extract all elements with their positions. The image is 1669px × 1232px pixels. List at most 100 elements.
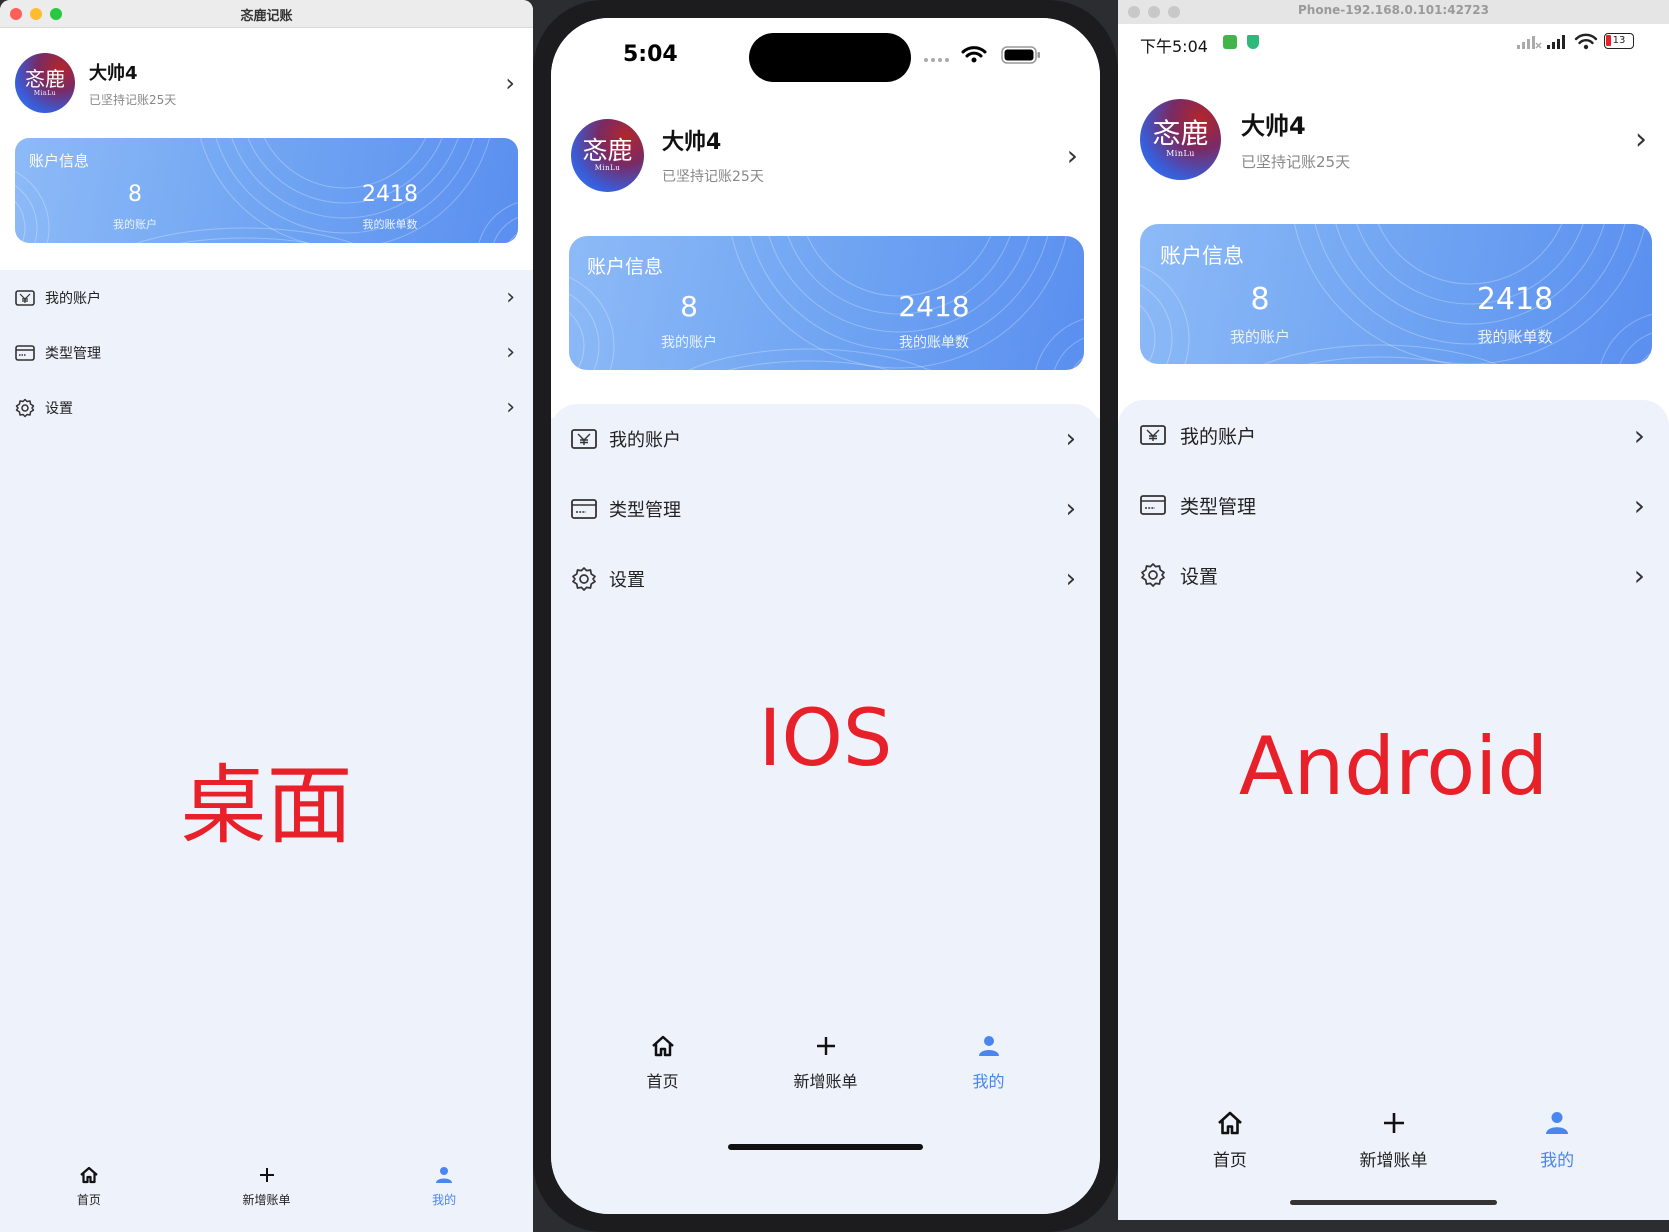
battery-icon: 13	[1604, 33, 1634, 49]
menu-item-settings[interactable]: 设置 ›	[551, 544, 1100, 614]
wifi-icon	[1574, 33, 1598, 50]
accounts-count: 8	[680, 290, 698, 323]
tab-label: 我的	[432, 1193, 457, 1207]
plus-icon	[259, 1168, 274, 1182]
user-name: 大帅4	[1241, 112, 1306, 140]
chevron-right-icon: ›	[1065, 564, 1076, 594]
menu-item-label: 类型管理	[45, 345, 101, 362]
home-indicator[interactable]	[728, 1144, 923, 1150]
bills-count: 2418	[898, 290, 970, 323]
menu-item-settings[interactable]: 设置 ›	[0, 380, 533, 435]
tab-label: 我的	[1540, 1151, 1575, 1171]
menu-list: 我的账户 › 类型管理 › 设置 › 桌面 首页 新增账单 我的	[0, 270, 533, 1230]
window-titlebar: Phone-192.168.0.101:42723	[1118, 0, 1669, 24]
chevron-right-icon: ›	[1065, 424, 1076, 454]
menu-item-type-management[interactable]: 类型管理 ›	[1118, 470, 1669, 540]
menu-item-label: 设置	[1180, 565, 1219, 588]
chevron-right-icon: ›	[506, 395, 515, 420]
shield-icon	[1247, 35, 1259, 49]
tab-home[interactable]: 首页	[581, 1034, 744, 1104]
platform-label-ios: IOS	[758, 694, 893, 784]
app-notification-icon	[1223, 35, 1237, 49]
tab-mine[interactable]: 我的	[355, 1165, 533, 1225]
tab-bar: 首页 新增账单 我的	[0, 1165, 533, 1225]
tab-home[interactable]: 首页	[0, 1165, 178, 1225]
tab-mine[interactable]: 我的	[1475, 1110, 1639, 1180]
menu-item-settings[interactable]: 设置 ›	[1118, 540, 1669, 610]
tab-label: 首页	[76, 1193, 101, 1207]
avatar-logo-text: 忞鹿	[582, 136, 633, 165]
card-icon	[1140, 495, 1166, 515]
menu-item-label: 设置	[45, 400, 73, 417]
tab-add-bill[interactable]: 新增账单	[178, 1165, 356, 1225]
avatar-logo-text: 忞鹿	[25, 67, 65, 91]
battery-icon	[1001, 46, 1040, 64]
window-title: Phone-192.168.0.101:42723	[1298, 3, 1489, 17]
yen-wallet-icon	[571, 429, 597, 449]
avatar-logo-subtext: MinLu	[33, 90, 57, 97]
menu-item-label: 类型管理	[609, 500, 681, 521]
tab-label: 新增账单	[242, 1193, 291, 1207]
tab-label: 首页	[1212, 1151, 1247, 1171]
ios-phone: 5:04 忞鹿 MinLu 大帅4 已坚持记账25天 › 账户信息 8 我的账户…	[533, 0, 1118, 1232]
user-icon	[436, 1167, 453, 1183]
streak-text: 已坚持记账25天	[89, 92, 177, 107]
home-icon	[1217, 1111, 1242, 1135]
menu-item-type-management[interactable]: 类型管理 ›	[551, 474, 1100, 544]
menu-item-label: 设置	[609, 570, 645, 591]
user-name: 大帅4	[89, 62, 138, 84]
platform-label-desktop: 桌面	[180, 756, 353, 856]
accounts-count: 8	[1250, 282, 1270, 317]
menu-item-label: 类型管理	[1180, 495, 1257, 518]
android-window: Phone-192.168.0.101:42723 下午5:04 13 忞鹿 M…	[1118, 0, 1669, 1232]
user-icon	[978, 1036, 999, 1056]
menu-item-my-accounts[interactable]: 我的账户 ›	[0, 270, 533, 325]
profile-row[interactable]: 忞鹿 MinLu 大帅4 已坚持记账25天 ›	[1140, 98, 1647, 180]
chevron-right-icon: ›	[1066, 138, 1078, 172]
profile-section: 忞鹿 MinLu 大帅4 已坚持记账25天 › 账户信息 8 我的账户 2418…	[0, 28, 533, 270]
plus-icon	[1383, 1113, 1404, 1133]
account-info-card: 账户信息 8 我的账户 2418 我的账单数	[569, 236, 1084, 370]
wifi-icon	[961, 46, 987, 63]
tab-label: 我的	[972, 1072, 1005, 1091]
gear-icon	[15, 398, 35, 417]
tab-label: 首页	[646, 1072, 679, 1091]
chevron-right-icon: ›	[1633, 418, 1645, 452]
card-title: 账户信息	[1160, 244, 1244, 268]
window-titlebar: 忞鹿记账	[0, 0, 533, 28]
signal-dots-icon	[924, 58, 949, 62]
tab-home[interactable]: 首页	[1148, 1110, 1312, 1180]
menu-item-my-accounts[interactable]: 我的账户 ›	[1118, 400, 1669, 470]
profile-row[interactable]: 忞鹿 MinLu 大帅4 已坚持记账25天 ›	[571, 118, 1078, 192]
card-icon	[571, 499, 597, 519]
yen-wallet-icon	[15, 289, 35, 306]
card-icon	[15, 344, 35, 361]
streak-text: 已坚持记账25天	[662, 169, 764, 185]
avatar: 忞鹿 MinLu	[15, 53, 75, 113]
tab-add-bill[interactable]: 新增账单	[744, 1034, 907, 1104]
chevron-right-icon: ›	[505, 69, 515, 97]
gear-icon	[1141, 563, 1165, 587]
yen-wallet-icon	[1140, 425, 1166, 445]
menu-item-label: 我的账户	[45, 290, 101, 307]
accounts-label: 我的账户	[113, 218, 157, 231]
gesture-bar[interactable]	[1290, 1200, 1497, 1205]
platform-label-android: Android	[1238, 720, 1549, 813]
window-title: 忞鹿记账	[240, 9, 293, 24]
profile-row[interactable]: 忞鹿 MinLu 大帅4 已坚持记账25天 ›	[15, 53, 515, 113]
tab-label: 新增账单	[1359, 1151, 1428, 1171]
profile-section: 下午5:04 13 忞鹿 MinLu 大帅4 已坚持记账25天 › 账户信息 8…	[1118, 24, 1669, 424]
avatar: 忞鹿 MinLu	[1140, 98, 1221, 180]
chevron-right-icon: ›	[506, 340, 515, 365]
status-time: 下午5:04	[1140, 37, 1208, 56]
tab-add-bill[interactable]: 新增账单	[1312, 1110, 1476, 1180]
menu-item-type-management[interactable]: 类型管理 ›	[0, 325, 533, 380]
profile-section: 5:04 忞鹿 MinLu 大帅4 已坚持记账25天 › 账户信息 8 我的账户…	[551, 18, 1100, 418]
chevron-right-icon: ›	[1635, 121, 1647, 157]
gear-icon	[572, 567, 596, 591]
bills-label: 我的账单数	[899, 335, 969, 351]
account-info-card: 账户信息 8 我的账户 2418 我的账单数	[1140, 224, 1652, 364]
card-title: 账户信息	[587, 256, 664, 278]
menu-item-my-accounts[interactable]: 我的账户 ›	[551, 404, 1100, 474]
tab-mine[interactable]: 我的	[907, 1034, 1070, 1104]
